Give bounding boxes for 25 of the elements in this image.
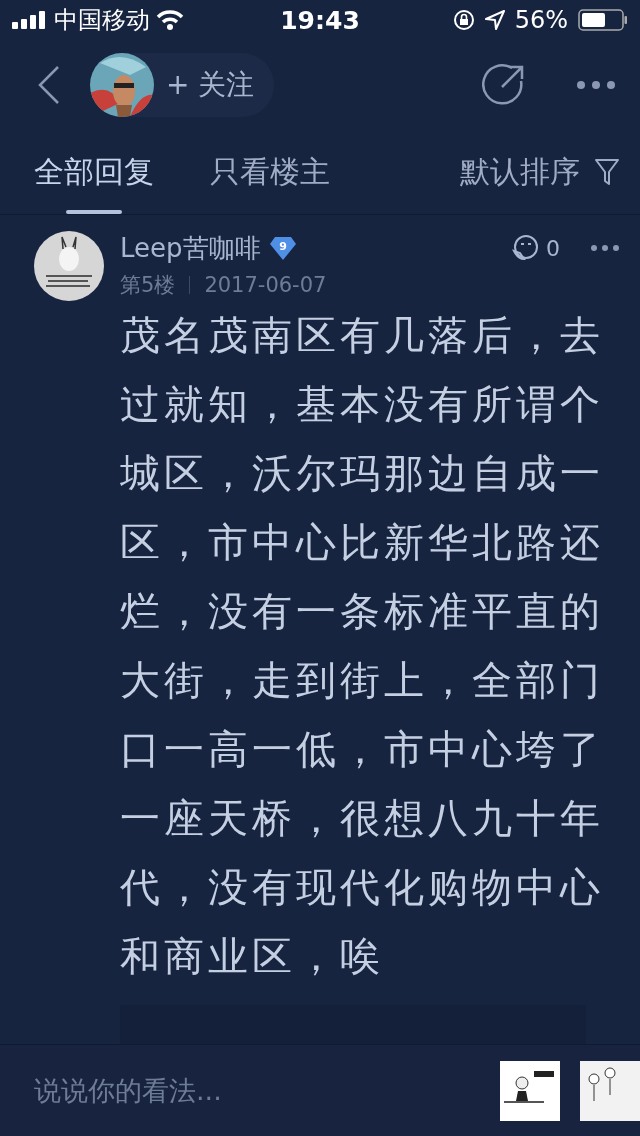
more-icon[interactable]: [590, 244, 620, 252]
signal-icon: [12, 11, 48, 29]
like-count: 0: [546, 235, 560, 261]
share-icon[interactable]: [482, 63, 526, 107]
filter-icon: [594, 158, 620, 186]
carrier-name: 中国移动: [54, 5, 150, 36]
author-name[interactable]: Leep苦咖啡: [120, 230, 261, 266]
clock-time: 19:43: [280, 5, 360, 35]
more-icon[interactable]: [576, 80, 616, 90]
wifi-icon: [156, 10, 184, 30]
rotation-lock-icon: [452, 9, 475, 31]
like-face-icon[interactable]: [510, 233, 540, 263]
comment-text: 茂名茂南区有几落后，去过就知，基本没有所谓个城区，沃尔玛那边自成一区，市中心比新华北路还烂，没有一条标准平直的大街，走到街上，全部门口一高一低，市中心垮了一座天桥，很想八九十年代，没有现代化购物中心和商业区，唉: [120, 311, 605, 981]
back-icon[interactable]: [38, 65, 60, 105]
floor-number: 第5楼: [120, 272, 176, 299]
battery-percent: 56%: [514, 6, 568, 34]
tab[interactable]: 全部回复: [34, 130, 154, 214]
post-date: 2017-06-07: [204, 273, 327, 297]
sort-button[interactable]: 默认排序: [460, 151, 620, 193]
battery-icon: [578, 9, 628, 31]
comment-input[interactable]: 说说你的看法...: [34, 1060, 480, 1121]
follow-button[interactable]: + 关注: [154, 66, 255, 104]
location-icon: [484, 10, 505, 30]
tab[interactable]: 只看楼主: [210, 130, 330, 214]
level-badge: 9: [268, 235, 297, 261]
